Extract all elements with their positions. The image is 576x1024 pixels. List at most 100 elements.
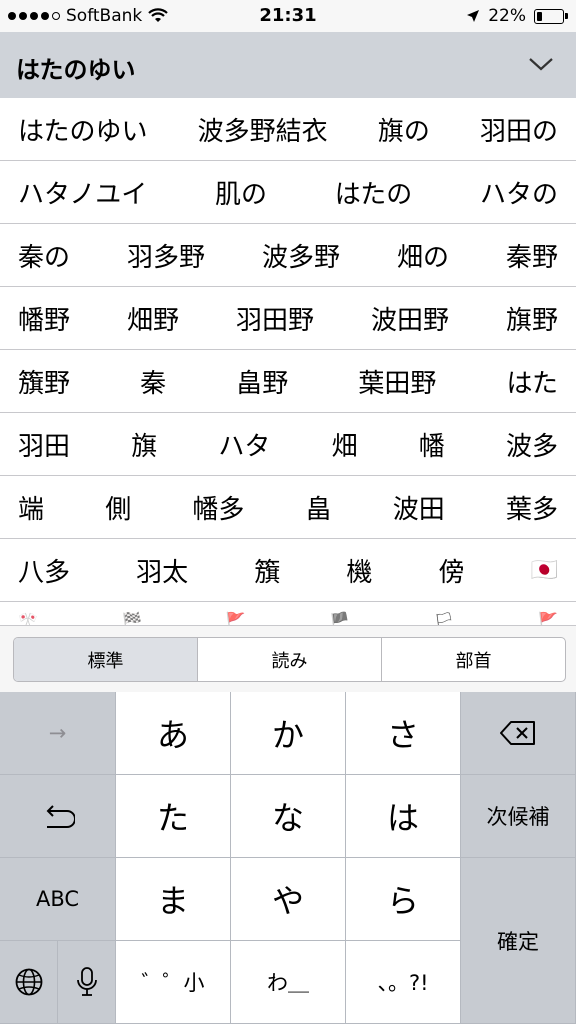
kana-key-label: あ <box>156 716 189 754</box>
candidate-item[interactable]: 羽田の <box>480 111 558 148</box>
candidate-item[interactable]: 畑の <box>397 237 449 274</box>
battery-percent: 22% <box>488 6 526 26</box>
kana-key[interactable]: た <box>116 775 231 858</box>
candidate-item[interactable]: 畑 <box>332 426 358 463</box>
candidate-item[interactable]: はた <box>507 363 558 400</box>
kana-key-label: か <box>271 716 304 754</box>
confirm-key[interactable]: 確定 <box>461 858 576 1024</box>
candidate-item[interactable]: 八多 <box>18 552 70 589</box>
kana-key[interactable]: か <box>231 692 346 775</box>
candidate-item[interactable]: 畑野 <box>127 300 179 337</box>
undo-key[interactable] <box>0 775 116 858</box>
kana-key[interactable]: ま <box>116 858 231 941</box>
candidate-mode-bar: 標準 読み 部首 <box>0 625 576 693</box>
segment-option[interactable]: 読み <box>198 638 382 681</box>
candidate-row: はたのゆい 波多野結衣 旗の 羽田の <box>0 98 576 161</box>
candidate-item[interactable]: 籏 <box>254 552 280 589</box>
candidate-item[interactable]: 波多 <box>506 426 558 463</box>
candidate-row: 端 側 幡多 畠 波田 葉多 <box>0 476 576 539</box>
candidate-item[interactable]: 秦 <box>140 363 166 400</box>
kana-key-label: さ <box>386 716 419 754</box>
candidate-item[interactable]: 🏁 <box>122 611 142 625</box>
candidate-item[interactable]: 幡野 <box>18 300 70 337</box>
globe-key[interactable] <box>0 941 58 1024</box>
candidate-item[interactable]: 🎌 <box>18 611 38 625</box>
kana-key[interactable]: ら <box>346 858 461 941</box>
delete-icon <box>500 721 535 745</box>
arrow-right-icon: → <box>48 721 67 745</box>
candidate-item[interactable]: ハタノユイ <box>18 174 147 211</box>
kana-key[interactable]: 、。?! <box>346 941 461 1024</box>
kana-key-label: 、。?! <box>377 971 429 995</box>
candidate-item[interactable]: ハタ <box>218 426 270 463</box>
kana-key[interactable]: は <box>346 775 461 858</box>
candidate-item[interactable]: 秦の <box>18 237 70 274</box>
candidate-item[interactable]: 葉田野 <box>358 363 436 400</box>
candidate-item[interactable]: 波多野 <box>262 237 340 274</box>
candidate-item[interactable]: 🚩 <box>226 611 246 625</box>
kana-key-label: ら <box>386 882 419 920</box>
kana-key-label: な <box>271 799 304 837</box>
candidate-item[interactable]: 葉多 <box>506 489 558 526</box>
delete-key[interactable] <box>461 692 576 775</box>
kana-key-label: た <box>156 799 189 837</box>
candidate-item[interactable]: 旗野 <box>506 300 558 337</box>
arrow-key[interactable]: → <box>0 692 116 775</box>
candidate-item[interactable]: 波田 <box>393 489 445 526</box>
candidate-item[interactable]: 旗の <box>378 111 430 148</box>
candidate-item[interactable]: 羽田野 <box>236 300 314 337</box>
kana-key-label: わ＿ <box>267 971 309 995</box>
undo-icon <box>46 805 75 828</box>
candidate-item[interactable]: 畠野 <box>236 363 288 400</box>
kana-key[interactable]: さ <box>346 692 461 775</box>
candidate-item[interactable]: 傍 <box>438 552 464 589</box>
kana-key[interactable]: な <box>231 775 346 858</box>
kana-key[interactable]: や <box>231 858 346 941</box>
candidate-item[interactable]: 🏳 <box>434 611 454 625</box>
microphone-icon <box>76 967 97 996</box>
candidate-item[interactable]: 旗 <box>131 426 157 463</box>
next-candidate-key[interactable]: 次候補 <box>461 775 576 858</box>
kana-key[interactable]: ゛゜小 <box>116 941 231 1024</box>
battery-fill <box>537 11 542 21</box>
chevron-down-icon[interactable] <box>528 54 554 74</box>
candidate-item[interactable]: はたの <box>335 174 412 211</box>
candidate-item[interactable]: 籏野 <box>18 363 70 400</box>
candidate-row: 八多 羽太 籏 機 傍 🇯🇵 <box>0 539 576 602</box>
kana-key-label: は <box>386 799 419 837</box>
candidate-item[interactable]: 羽太 <box>136 552 188 589</box>
candidate-item[interactable]: 🏴 <box>330 611 350 625</box>
microphone-key[interactable] <box>58 941 116 1024</box>
reading-bar: はたのゆい <box>0 32 576 98</box>
candidate-item[interactable]: 幡 <box>419 426 445 463</box>
status-bar: SoftBank 21:31 22% <box>0 0 576 32</box>
candidate-item[interactable]: 機 <box>346 552 372 589</box>
candidate-item[interactable]: ハタの <box>480 174 558 211</box>
candidate-row: 🎌 🏁 🚩 🏴 🏳 🚩 <box>0 602 576 625</box>
kana-key[interactable]: わ＿ <box>231 941 346 1024</box>
segment-option[interactable]: 標準 <box>14 638 198 681</box>
candidate-row: ハタノユイ 肌の はたの ハタの <box>0 161 576 224</box>
candidate-item[interactable]: はたのゆい <box>18 111 147 148</box>
kana-key[interactable]: あ <box>116 692 231 775</box>
candidate-item[interactable]: 肌の <box>215 174 267 211</box>
candidate-item[interactable]: 波多野結衣 <box>198 111 328 148</box>
candidate-item[interactable]: 側 <box>105 489 131 526</box>
battery-icon <box>534 8 568 24</box>
candidate-item[interactable]: 羽田 <box>18 426 70 463</box>
segment-option[interactable]: 部首 <box>382 638 565 681</box>
location-arrow-icon <box>467 10 480 22</box>
candidate-item[interactable]: 幡多 <box>192 489 244 526</box>
candidate-item[interactable]: 畠 <box>306 489 332 526</box>
globe-icon <box>15 968 42 996</box>
confirm-label: 確定 <box>497 929 539 954</box>
status-right: 22% <box>466 6 568 26</box>
candidate-item[interactable]: 🇯🇵 <box>531 558 558 583</box>
abc-key[interactable]: ABC <box>0 858 116 941</box>
candidate-item[interactable]: 波田野 <box>371 300 449 337</box>
candidate-item[interactable]: 🚩 <box>538 611 558 625</box>
candidate-item[interactable]: 秦野 <box>506 237 558 274</box>
candidate-item[interactable]: 端 <box>18 489 44 526</box>
candidate-item[interactable]: 羽多野 <box>127 237 205 274</box>
kana-key-label: や <box>271 882 304 920</box>
